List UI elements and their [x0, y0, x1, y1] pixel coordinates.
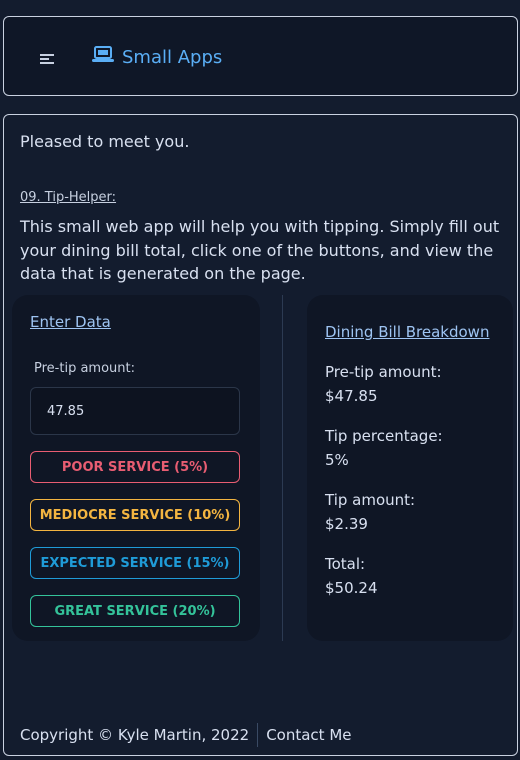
greeting-text: Pleased to meet you.: [20, 132, 190, 151]
great-service-button[interactable]: GREAT SERVICE (20%): [30, 595, 240, 627]
breakdown-tip-percentage-label: Tip percentage:: [325, 427, 443, 445]
brand-link[interactable]: Small Apps: [92, 45, 222, 70]
footer-divider: [257, 723, 259, 747]
navbar: Small Apps: [3, 16, 518, 96]
breakdown-pretip-value: $47.85: [325, 387, 378, 405]
breakdown-tip-amount-label: Tip amount:: [325, 491, 416, 509]
main-content: Pleased to meet you. 09. Tip-Helper: Thi…: [3, 114, 518, 756]
expected-service-button[interactable]: EXPECTED SERVICE (15%): [30, 547, 240, 579]
bill-breakdown-card: Dining Bill Breakdown Pre-tip amount: $4…: [307, 295, 513, 641]
breakdown-heading: Dining Bill Breakdown: [325, 323, 490, 341]
copyright-text: Copyright © Kyle Martin, 2022: [20, 726, 250, 744]
breakdown-total-label: Total:: [325, 555, 366, 573]
contact-link[interactable]: Contact Me: [266, 726, 351, 744]
pretip-amount-input[interactable]: [30, 387, 240, 435]
column-divider: [282, 295, 283, 641]
enter-data-heading: Enter Data: [30, 313, 111, 331]
enter-data-card: Enter Data Pre-tip amount: POOR SERVICE …: [12, 295, 260, 641]
app-title: 09. Tip-Helper:: [20, 190, 117, 205]
breakdown-tip-amount-value: $2.39: [325, 515, 368, 533]
app-description: This small web app will help you with ti…: [20, 217, 500, 283]
breakdown-pretip-label: Pre-tip amount:: [325, 363, 442, 381]
pretip-label: Pre-tip amount:: [34, 361, 135, 376]
breakdown-tip-percentage-value: 5%: [325, 451, 349, 469]
laptop-icon: [92, 45, 114, 70]
breakdown-total-value: $50.24: [325, 579, 378, 597]
poor-service-button[interactable]: POOR SERVICE (5%): [30, 451, 240, 483]
mediocre-service-button[interactable]: MEDIOCRE SERVICE (10%): [30, 499, 240, 531]
footer: Copyright © Kyle Martin, 2022 Contact Me: [20, 723, 352, 747]
hamburger-menu-icon[interactable]: [40, 51, 56, 65]
brand-name: Small Apps: [122, 47, 223, 68]
